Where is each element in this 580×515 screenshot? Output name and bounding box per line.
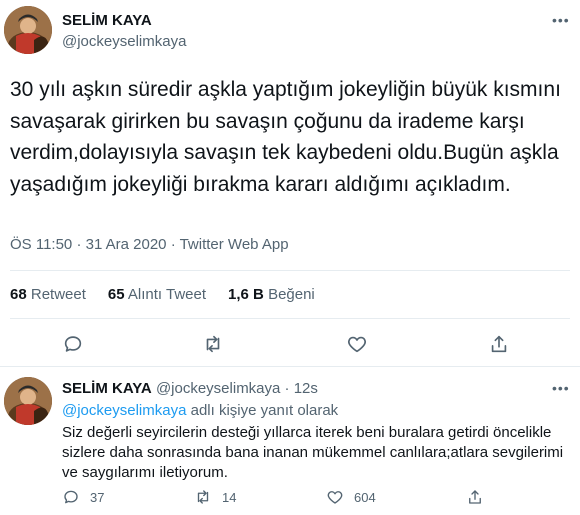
likes-count: 1,6 B bbox=[228, 286, 264, 303]
reply-time[interactable]: 12s bbox=[294, 380, 318, 397]
reply-separator: · bbox=[284, 380, 290, 397]
share-icon bbox=[469, 490, 481, 504]
author-name[interactable]: SELİM KAYA bbox=[62, 12, 152, 29]
reply-share-action[interactable] bbox=[466, 488, 484, 506]
reply-retweet-action[interactable]: 14 bbox=[194, 488, 236, 506]
reply-author-name[interactable]: SELİM KAYA bbox=[62, 380, 152, 397]
more-horizontal-icon[interactable]: ••• bbox=[552, 380, 570, 396]
reply-header: SELİM KAYA @jockeyselimkaya · 12s bbox=[62, 380, 318, 397]
like-count: 604 bbox=[354, 489, 376, 505]
reply-icon bbox=[64, 490, 78, 504]
likes-stat[interactable]: 1,6 B Beğeni bbox=[228, 286, 315, 303]
share-icon[interactable] bbox=[488, 333, 512, 357]
retweet-count: 14 bbox=[222, 489, 237, 505]
reply-author-handle[interactable]: @jockeyselimkaya bbox=[156, 380, 280, 397]
like-icon bbox=[327, 491, 343, 504]
tweet-date[interactable]: 31 Ara 2020 bbox=[86, 236, 167, 253]
retweets-label: Retweet bbox=[30, 286, 86, 303]
meta-separator: · bbox=[76, 236, 82, 253]
retweet-icon bbox=[197, 490, 209, 504]
reply-like-action[interactable]: 604 bbox=[326, 488, 376, 506]
tweet-stats: 68 Retweet 65 Alıntı Tweet 1,6 B Beğeni bbox=[10, 286, 315, 303]
quotes-count: 65 bbox=[107, 286, 125, 303]
reply-to-mention[interactable]: @jockeyselimkaya bbox=[62, 402, 186, 419]
author-handle[interactable]: @jockeyselimkaya bbox=[62, 33, 186, 50]
tweet-meta: ÖS 11:50 · 31 Ara 2020 · Twitter Web App bbox=[10, 236, 289, 253]
quotes-stat[interactable]: 65 Alıntı Tweet bbox=[108, 286, 206, 303]
divider bbox=[10, 270, 570, 271]
divider bbox=[0, 366, 580, 367]
reply-icon[interactable] bbox=[62, 333, 86, 357]
tweet-action-bar bbox=[0, 330, 580, 360]
tweet-source[interactable]: Twitter Web App bbox=[180, 236, 289, 253]
meta-separator: · bbox=[170, 236, 176, 253]
reply-author-avatar[interactable] bbox=[4, 377, 52, 425]
reply-count: 37 bbox=[90, 489, 105, 505]
reply-to-suffix: adlı kişiye yanıt olarak bbox=[190, 402, 339, 419]
quotes-label: Alıntı Tweet bbox=[127, 286, 207, 303]
divider bbox=[10, 318, 570, 319]
more-horizontal-icon[interactable]: ••• bbox=[552, 12, 570, 28]
reply-text: Siz değerli seyircilerin desteği yıllarc… bbox=[62, 424, 564, 481]
retweet-icon[interactable] bbox=[202, 333, 226, 357]
likes-label: Beğeni bbox=[268, 286, 315, 303]
author-avatar[interactable] bbox=[4, 6, 52, 54]
reply-action-bar: 37 14 604 bbox=[62, 488, 562, 510]
replying-to: @jockeyselimkaya adlı kişiye yanıt olara… bbox=[62, 402, 338, 419]
tweet-time[interactable]: ÖS 11:50 bbox=[10, 236, 72, 253]
like-icon[interactable] bbox=[346, 333, 370, 357]
tweet-text: 30 yılı aşkın süredir aşkla yaptığım jok… bbox=[10, 78, 561, 196]
retweets-count: 68 bbox=[10, 286, 27, 303]
retweets-stat[interactable]: 68 Retweet bbox=[10, 286, 86, 303]
reply-reply-action[interactable]: 37 bbox=[62, 488, 104, 506]
